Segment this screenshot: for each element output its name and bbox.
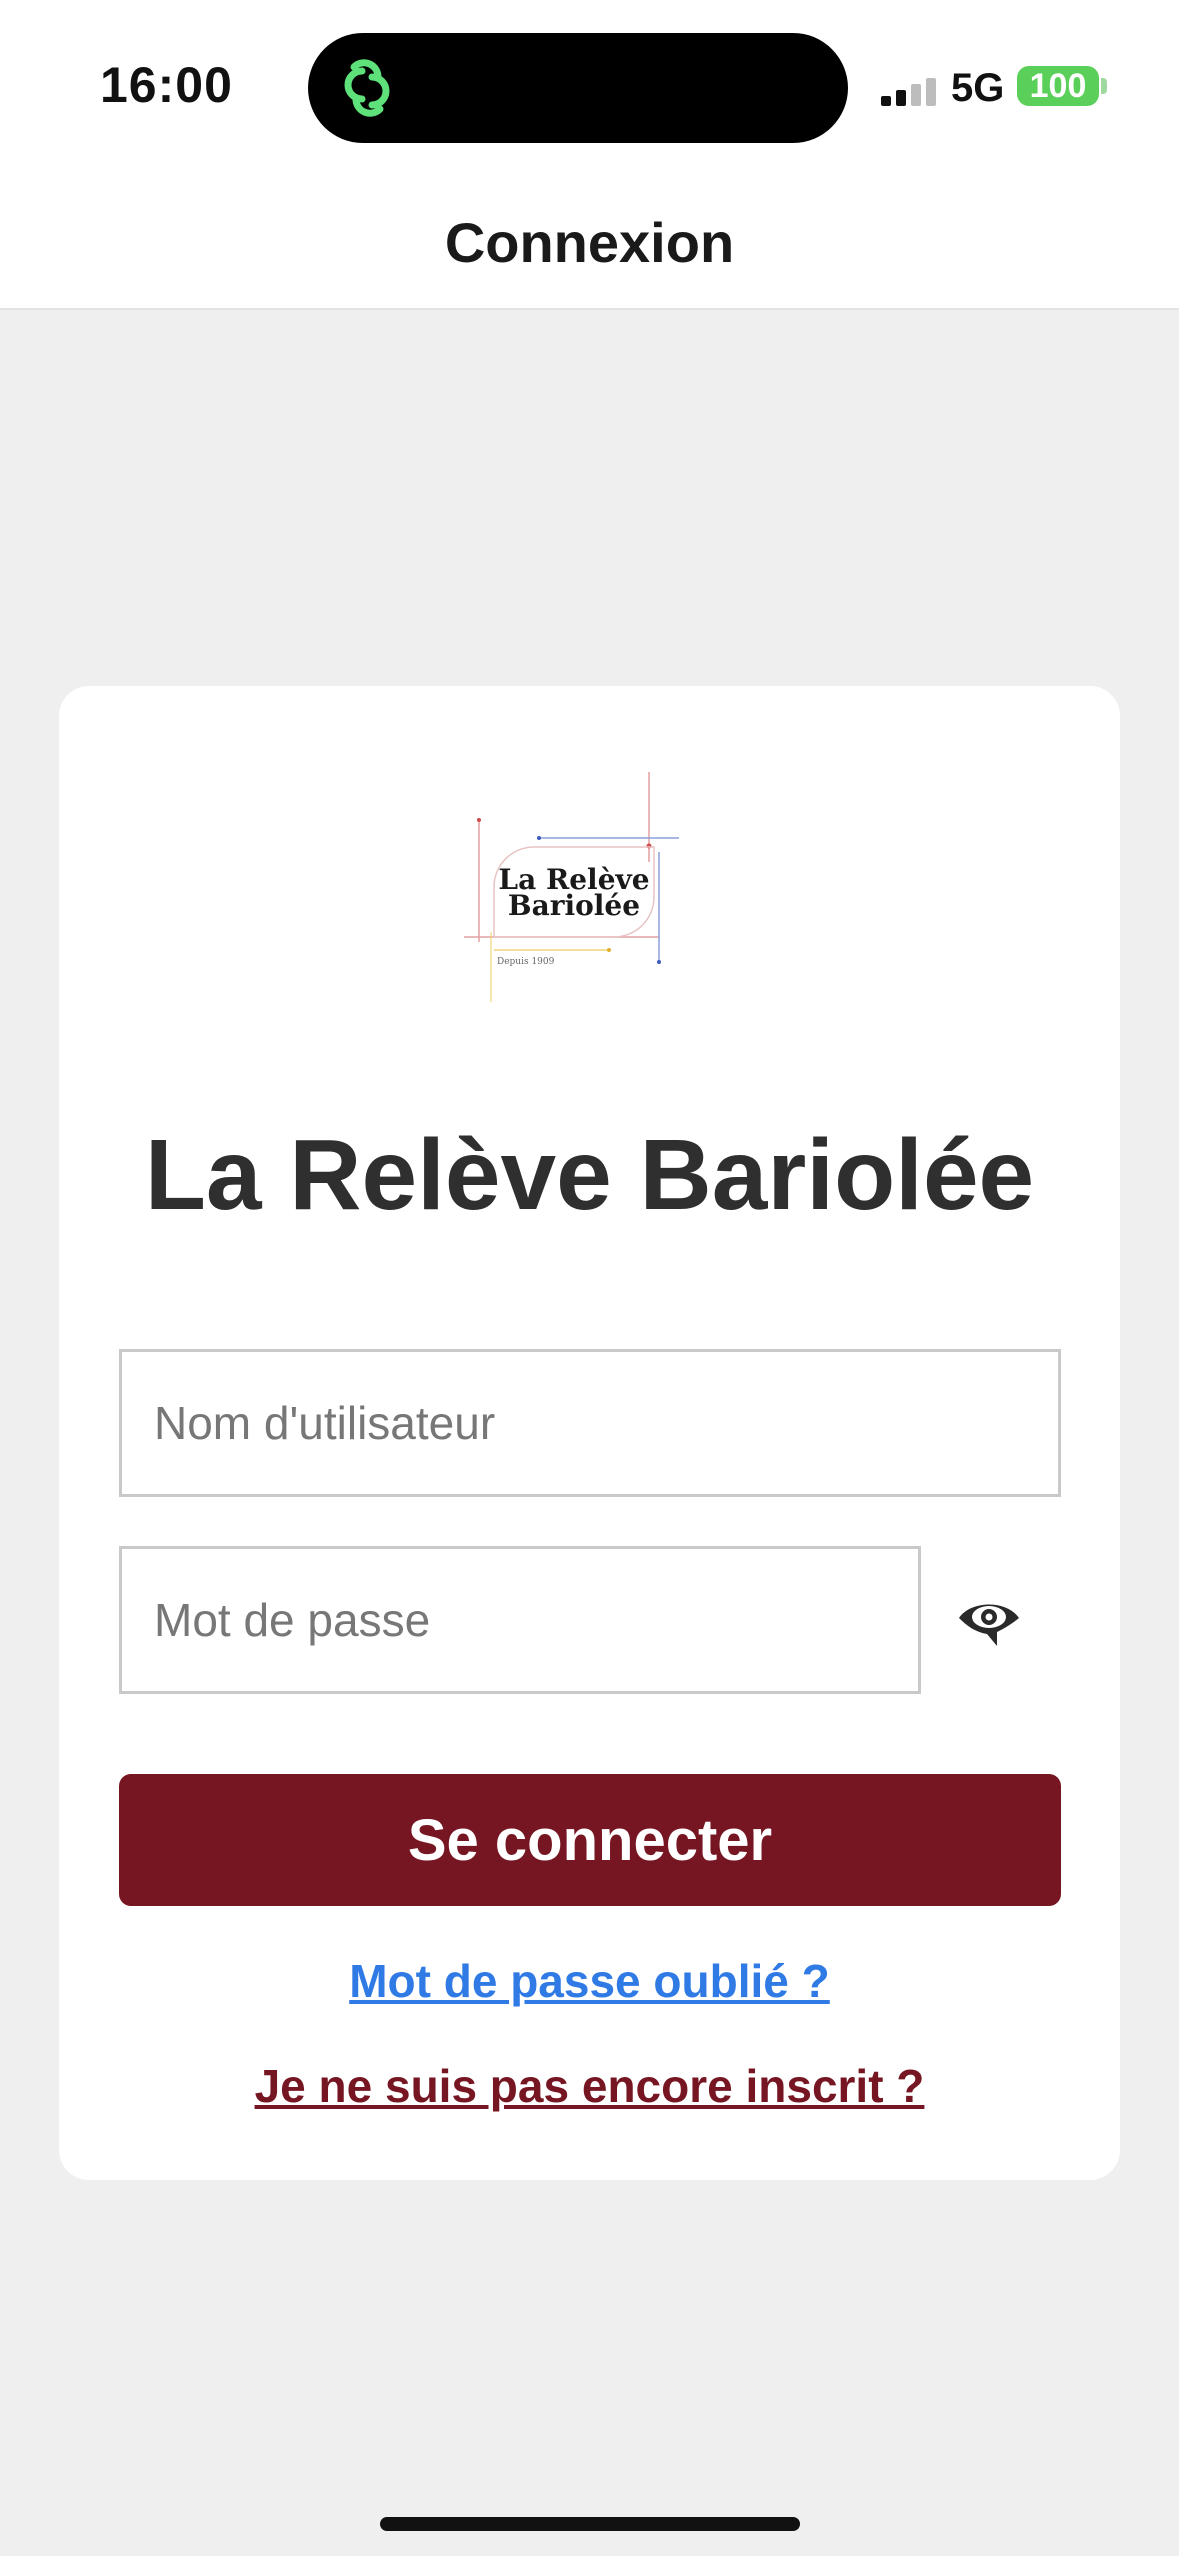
- nav-bar: Connexion: [0, 170, 1179, 310]
- login-button[interactable]: Se connecter: [119, 1774, 1061, 1906]
- logo-line2: Bariolée: [508, 889, 640, 922]
- logo-tagline: Depuis 1909: [497, 957, 555, 967]
- password-input[interactable]: [119, 1546, 921, 1694]
- logo: La Relève Bariolée Depuis 1909: [464, 772, 679, 1002]
- app-title: La Relève Bariolée: [144, 1119, 1035, 1231]
- login-card: La Relève Bariolée Depuis 1909 La Relève…: [59, 686, 1120, 2180]
- battery-icon: 100: [1017, 66, 1099, 106]
- home-indicator[interactable]: [380, 2517, 800, 2531]
- username-input[interactable]: [119, 1349, 1061, 1497]
- page-title: Connexion: [444, 211, 735, 274]
- network-type: 5G: [951, 66, 1005, 110]
- toggle-password-visibility-button[interactable]: [947, 1582, 1031, 1658]
- battery-tip: [1101, 78, 1107, 94]
- forgot-password-link[interactable]: Mot de passe oublié ?: [59, 1954, 1120, 2008]
- signal-icon: [881, 78, 936, 106]
- status-bar: 16:00 5G 100: [0, 0, 1179, 170]
- status-time: 16:00: [100, 57, 233, 113]
- eye-icon: [959, 1604, 1019, 1646]
- register-link[interactable]: Je ne suis pas encore inscrit ?: [59, 2059, 1120, 2113]
- link-rings-icon: [344, 59, 390, 117]
- dynamic-island: [308, 33, 848, 143]
